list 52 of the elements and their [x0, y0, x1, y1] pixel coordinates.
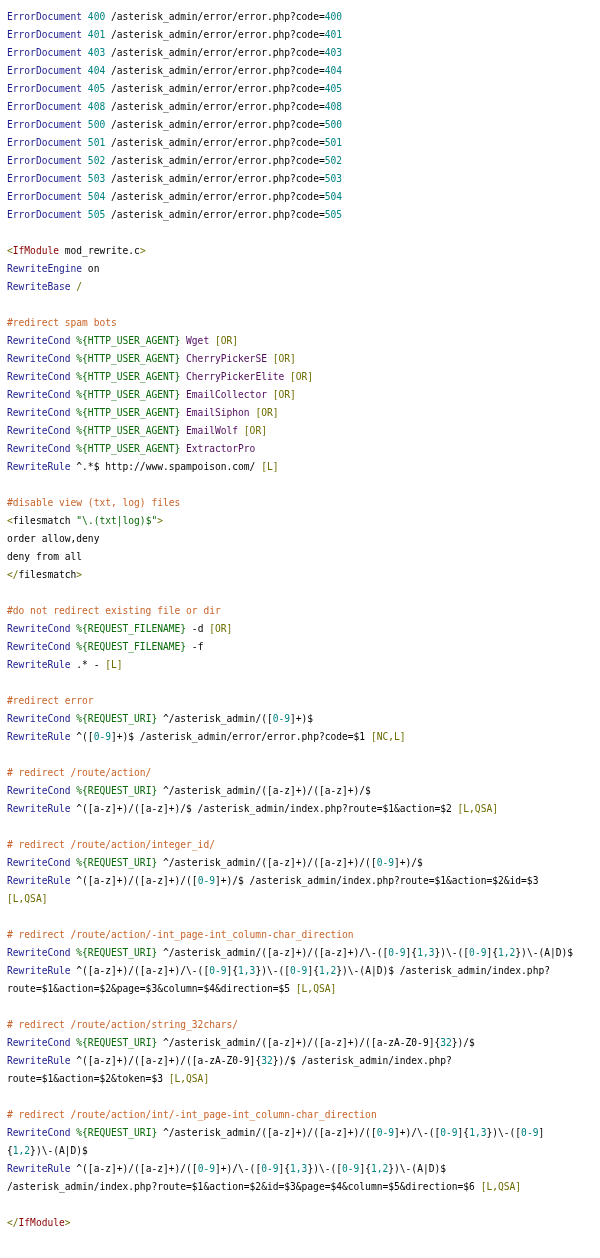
code-line: ErrorDocument 408 /asterisk_admin/error/error.php?code=408 — [7, 100, 343, 115]
code-line: RewriteCond %{HTTP_USER_AGENT} EmailSiphon [OR] — [7, 406, 279, 421]
code-line: RewriteCond %{HTTP_USER_AGENT} EmailWolf [OR] — [7, 424, 267, 439]
code-line: RewriteBase / — [7, 280, 83, 294]
code-line: deny from all — [7, 550, 83, 564]
code-line: ErrorDocument 500 /asterisk_admin/error/error.php?code=500 — [7, 118, 343, 133]
code-line: ErrorDocument 401 /asterisk_admin/error/error.php?code=401 — [7, 28, 343, 43]
code-line: # redirect /route/action/integer_id/ — [7, 838, 215, 853]
code-line: # redirect /route/action/ — [7, 766, 152, 780]
code-line: RewriteRule ^.*$ http://www.spampoison.com/ [L] — [7, 460, 279, 474]
code-line: RewriteRule ^([a-z]+)/([a-z]+)/([a-zA-Z0-9]{32})/$ /asterisk_admin/index.php?route=$1&action=$2&token=$3 [L,QSA] — [7, 1054, 453, 1086]
code-line: RewriteRule ^([a-z]+)/([a-z]+)/([0-9]+)/\-([0-9]{1,3})\-([0-9]{1,2})\-(A|D)$ /asterisk_admin/index.php?route=$1&action=$2&id=$3&page=$4&column=$5&direction=$6 [L,QSA] — [7, 1162, 523, 1195]
code-line: RewriteCond %{HTTP_USER_AGENT} CherryPickerElite [OR] — [7, 370, 314, 385]
code-line: RewriteCond %{REQUEST_URI} ^/asterisk_admin/([a-z]+)/([a-z]+)/([a-zA-Z0-9]{32})/$ — [7, 1036, 475, 1051]
code-line: RewriteCond %{REQUEST_URI} ^/asterisk_admin/([0-9]+)$ — [7, 712, 314, 727]
code-line: RewriteCond %{REQUEST_FILENAME} -f — [7, 640, 204, 655]
code-line: RewriteCond %{HTTP_USER_AGENT} EmailCollector [OR] — [7, 388, 296, 403]
code-line: RewriteCond %{REQUEST_URI} ^/asterisk_admin/([a-z]+)/([a-z]+)/$ — [7, 784, 371, 799]
code-line: RewriteRule ^([a-z]+)/([a-z]+)/$ /asterisk_admin/index.php?route=$1&action=$2 [L,QSA] — [7, 802, 498, 817]
code-line: order allow,deny — [7, 532, 100, 546]
code-line: ErrorDocument 404 /asterisk_admin/error/error.php?code=404 — [7, 64, 343, 79]
code-line: RewriteCond %{REQUEST_URI} ^/asterisk_admin/([a-z]+)/([a-z]+)/([0-9]+)/\-([0-9]{1,3})\-([0-9]{1,2})\-(A|D)$ — [7, 1126, 546, 1159]
code-line: ErrorDocument 403 /asterisk_admin/error/error.php?code=403 — [7, 46, 343, 61]
code-line: ErrorDocument 400 /asterisk_admin/error/error.php?code=400 — [7, 10, 343, 25]
code-line: ErrorDocument 505 /asterisk_admin/error/error.php?code=505 — [7, 208, 343, 223]
code-line: RewriteRule .* - [L] — [7, 658, 123, 672]
code-line: RewriteCond %{REQUEST_URI} ^/asterisk_admin/([a-z]+)/([a-z]+)/\-([0-9]{1,3})\-([0-9]{1,2})\-(A|D)$ — [7, 946, 574, 961]
code-line: #disable view (txt, log) files — [7, 496, 181, 510]
code-line: RewriteRule ^([0-9]+)$ /asterisk_admin/error/error.php?code=$1 [NC,L] — [7, 730, 406, 745]
code-line: #redirect error — [7, 694, 94, 708]
code-line: ErrorDocument 405 /asterisk_admin/error/error.php?code=405 — [7, 82, 343, 97]
code-line: ErrorDocument 501 /asterisk_admin/error/error.php?code=501 — [7, 136, 343, 151]
code-line: RewriteCond %{REQUEST_URI} ^/asterisk_admin/([a-z]+)/([a-z]+)/([0-9]+)/$ — [7, 856, 423, 871]
code-line: </IfModule> — [7, 1216, 71, 1230]
code-line: ErrorDocument 503 /asterisk_admin/error/error.php?code=503 — [7, 172, 343, 187]
code-line: ErrorDocument 502 /asterisk_admin/error/error.php?code=502 — [7, 154, 343, 169]
code-line: ErrorDocument 504 /asterisk_admin/error/error.php?code=504 — [7, 190, 343, 205]
code-line: RewriteRule ^([a-z]+)/([a-z]+)/\-([0-9]{1,3})\-([0-9]{1,2})\-(A|D)$ /asterisk_admin/index.php?route=$1&action=$2&page=$3&column=$4&direction=$5 [L,QSA] — [7, 964, 551, 996]
code-line: #redirect spam bots — [7, 316, 117, 330]
code-line: # redirect /route/action/-int_page-int_column-char_direction — [7, 928, 354, 943]
code-line: RewriteCond %{REQUEST_FILENAME} -d [OR] — [7, 622, 233, 637]
code-line: RewriteCond %{HTTP_USER_AGENT} Wget [OR] — [7, 334, 239, 349]
code-line: RewriteEngine on — [7, 262, 100, 276]
code-line: RewriteCond %{HTTP_USER_AGENT} CherryPickerSE [OR] — [7, 352, 296, 367]
code-line: # redirect /route/action/int/-int_page-int_column-char_direction — [7, 1108, 377, 1123]
code-line: </filesmatch> — [7, 568, 83, 582]
code-line: <IfModule mod_rewrite.c> — [7, 244, 146, 259]
code-line: RewriteCond %{HTTP_USER_AGENT} ExtractorPro — [7, 442, 256, 457]
code-line: RewriteRule ^([a-z]+)/([a-z]+)/([0-9]+)/$ /asterisk_admin/index.php?route=$1&action=$2&id=$3 [L,QSA] — [7, 874, 540, 906]
code-line: <filesmatch "\.(txt|log)$"> — [7, 514, 163, 529]
code-line: # redirect /route/action/string_32chars/ — [7, 1018, 239, 1033]
code-line: #do not redirect existing file or dir — [7, 604, 221, 618]
